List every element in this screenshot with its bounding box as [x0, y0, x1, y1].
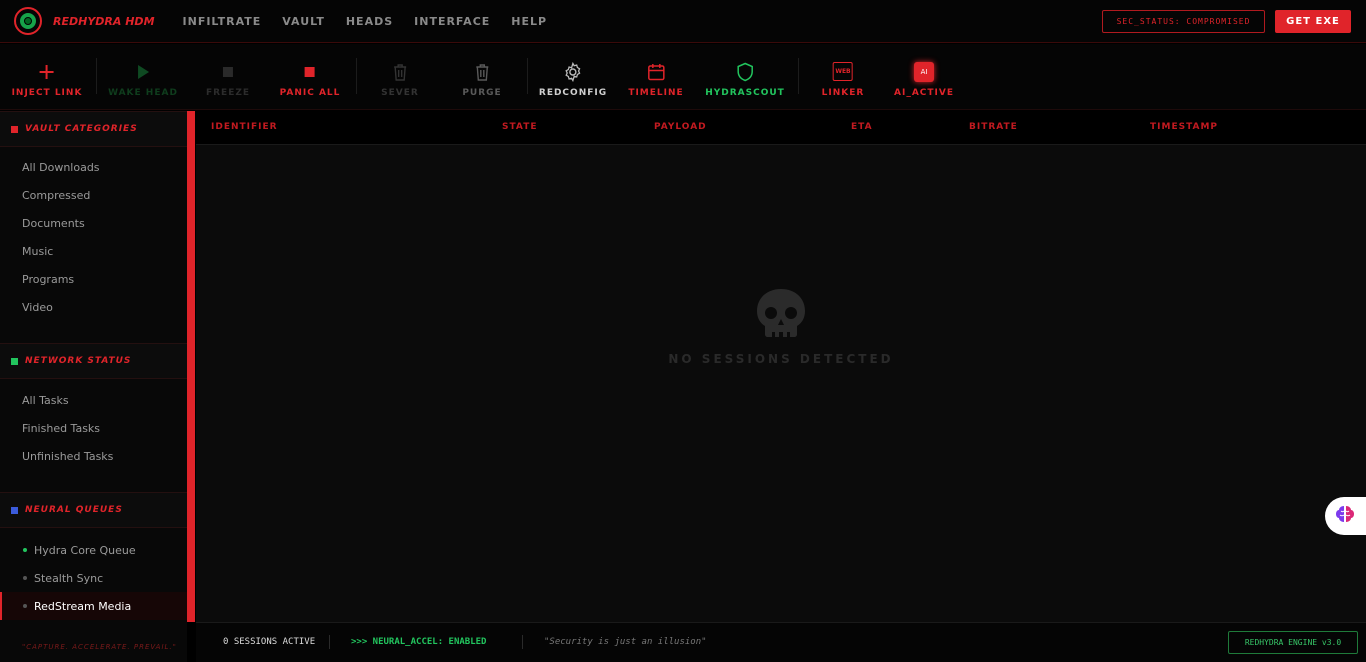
stop-icon [217, 61, 239, 83]
menu-interface[interactable]: INTERFACE [414, 15, 490, 28]
column-eta[interactable]: ETA [851, 122, 873, 132]
sidebar-item-finished-tasks[interactable]: Finished Tasks [22, 422, 100, 435]
toolbar: INJECT LINK WAKE HEAD FREEZE PANIC ALL S… [0, 44, 1366, 110]
sidebar-item-music[interactable]: Music [22, 245, 53, 258]
ai-icon: AI [913, 61, 935, 83]
column-payload[interactable]: PAYLOAD [654, 122, 707, 132]
queue-stealth-sync[interactable]: Stealth Sync [0, 564, 187, 592]
web-icon: WEB [832, 61, 854, 83]
stop-square-icon [299, 61, 321, 83]
column-identifier[interactable]: IDENTIFIER [211, 122, 278, 132]
sidebar-item-compressed[interactable]: Compressed [22, 189, 90, 202]
status-dot-icon [23, 548, 27, 552]
plus-icon [36, 61, 58, 83]
sidebar-item-unfinished-tasks[interactable]: Unfinished Tasks [22, 450, 113, 463]
brain-icon [1335, 505, 1355, 527]
status-dot-icon [23, 604, 27, 608]
column-timestamp[interactable]: TIMESTAMP [1150, 122, 1218, 132]
square-icon [11, 125, 18, 133]
gear-icon [562, 61, 584, 83]
sidebar-item-video[interactable]: Video [22, 301, 53, 314]
play-icon [132, 61, 154, 83]
calendar-icon [645, 61, 667, 83]
hydrascout-button[interactable]: HYDRASCOUT [705, 44, 785, 110]
shield-icon [734, 61, 756, 83]
menu-heads[interactable]: HEADS [346, 15, 393, 28]
status-dot-icon [23, 576, 27, 580]
linker-button[interactable]: WEB LINKER [822, 44, 865, 110]
hydra-logo-icon [14, 7, 42, 35]
sessions-count: 0 SESSIONS ACTIVE [223, 637, 316, 647]
neural-accel-status: >>> NEURAL_ACCEL: ENABLED [351, 637, 487, 647]
network-status-header: NETWORK STATUS [0, 343, 187, 379]
empty-state-text: NO SESSIONS DETECTED [668, 352, 894, 366]
get-exe-button[interactable]: GET EXE [1275, 10, 1351, 33]
sever-button[interactable]: SEVER [381, 44, 419, 110]
ai-active-button[interactable]: AI AI_ACTIVE [894, 44, 954, 110]
neural-queues-header: NEURAL QUEUES [0, 492, 187, 528]
sessions-panel: IDENTIFIER STATE PAYLOAD ETA BITRATE TIM… [196, 111, 1366, 622]
square-icon [11, 357, 18, 365]
trash-icon [471, 61, 493, 83]
sidebar-item-all-downloads[interactable]: All Downloads [22, 161, 100, 174]
brand-name: REDHYDRA HDM [53, 14, 155, 28]
menu-infiltrate[interactable]: INFILTRATE [183, 15, 262, 28]
wake-head-button[interactable]: WAKE HEAD [108, 44, 178, 110]
menu-vault[interactable]: VAULT [282, 15, 325, 28]
status-quote: "Security is just an illusion" [544, 637, 707, 647]
motto: "CAPTURE. ACCELERATE. PREVAIL." [22, 643, 177, 651]
trash-icon [389, 61, 411, 83]
freeze-button[interactable]: FREEZE [206, 44, 250, 110]
square-icon [11, 506, 18, 514]
security-status-badge: SEC_STATUS: COMPROMISED [1102, 10, 1265, 33]
redconfig-button[interactable]: REDCONFIG [539, 44, 607, 110]
menu-help[interactable]: HELP [511, 15, 547, 28]
inject-link-button[interactable]: INJECT LINK [12, 44, 83, 110]
purge-button[interactable]: PURGE [462, 44, 501, 110]
main-menu: INFILTRATE VAULT HEADS INTERFACE HELP [183, 15, 569, 28]
sidebar-item-all-tasks[interactable]: All Tasks [22, 394, 69, 407]
panic-all-button[interactable]: PANIC ALL [280, 44, 341, 110]
top-bar: REDHYDRA HDM INFILTRATE VAULT HEADS INTE… [0, 0, 1366, 43]
sidebar-item-programs[interactable]: Programs [22, 273, 74, 286]
logo[interactable]: REDHYDRA HDM [14, 7, 155, 35]
column-bitrate[interactable]: BITRATE [969, 122, 1018, 132]
engine-version-badge: REDHYDRA ENGINE v3.0 [1228, 631, 1358, 654]
timeline-button[interactable]: TIMELINE [628, 44, 683, 110]
table-header: IDENTIFIER STATE PAYLOAD ETA BITRATE TIM… [196, 111, 1366, 145]
sidebar-item-documents[interactable]: Documents [22, 217, 85, 230]
sidebar-divider[interactable] [187, 111, 195, 622]
skull-icon [754, 287, 808, 345]
queue-hydra-core[interactable]: Hydra Core Queue [0, 536, 187, 564]
ai-assistant-button[interactable] [1325, 497, 1366, 535]
queue-redstream-media[interactable]: RedStream Media [0, 592, 187, 620]
status-bar: 0 SESSIONS ACTIVE >>> NEURAL_ACCEL: ENAB… [196, 622, 1366, 662]
column-state[interactable]: STATE [502, 122, 537, 132]
vault-categories-header: VAULT CATEGORIES [0, 111, 187, 147]
